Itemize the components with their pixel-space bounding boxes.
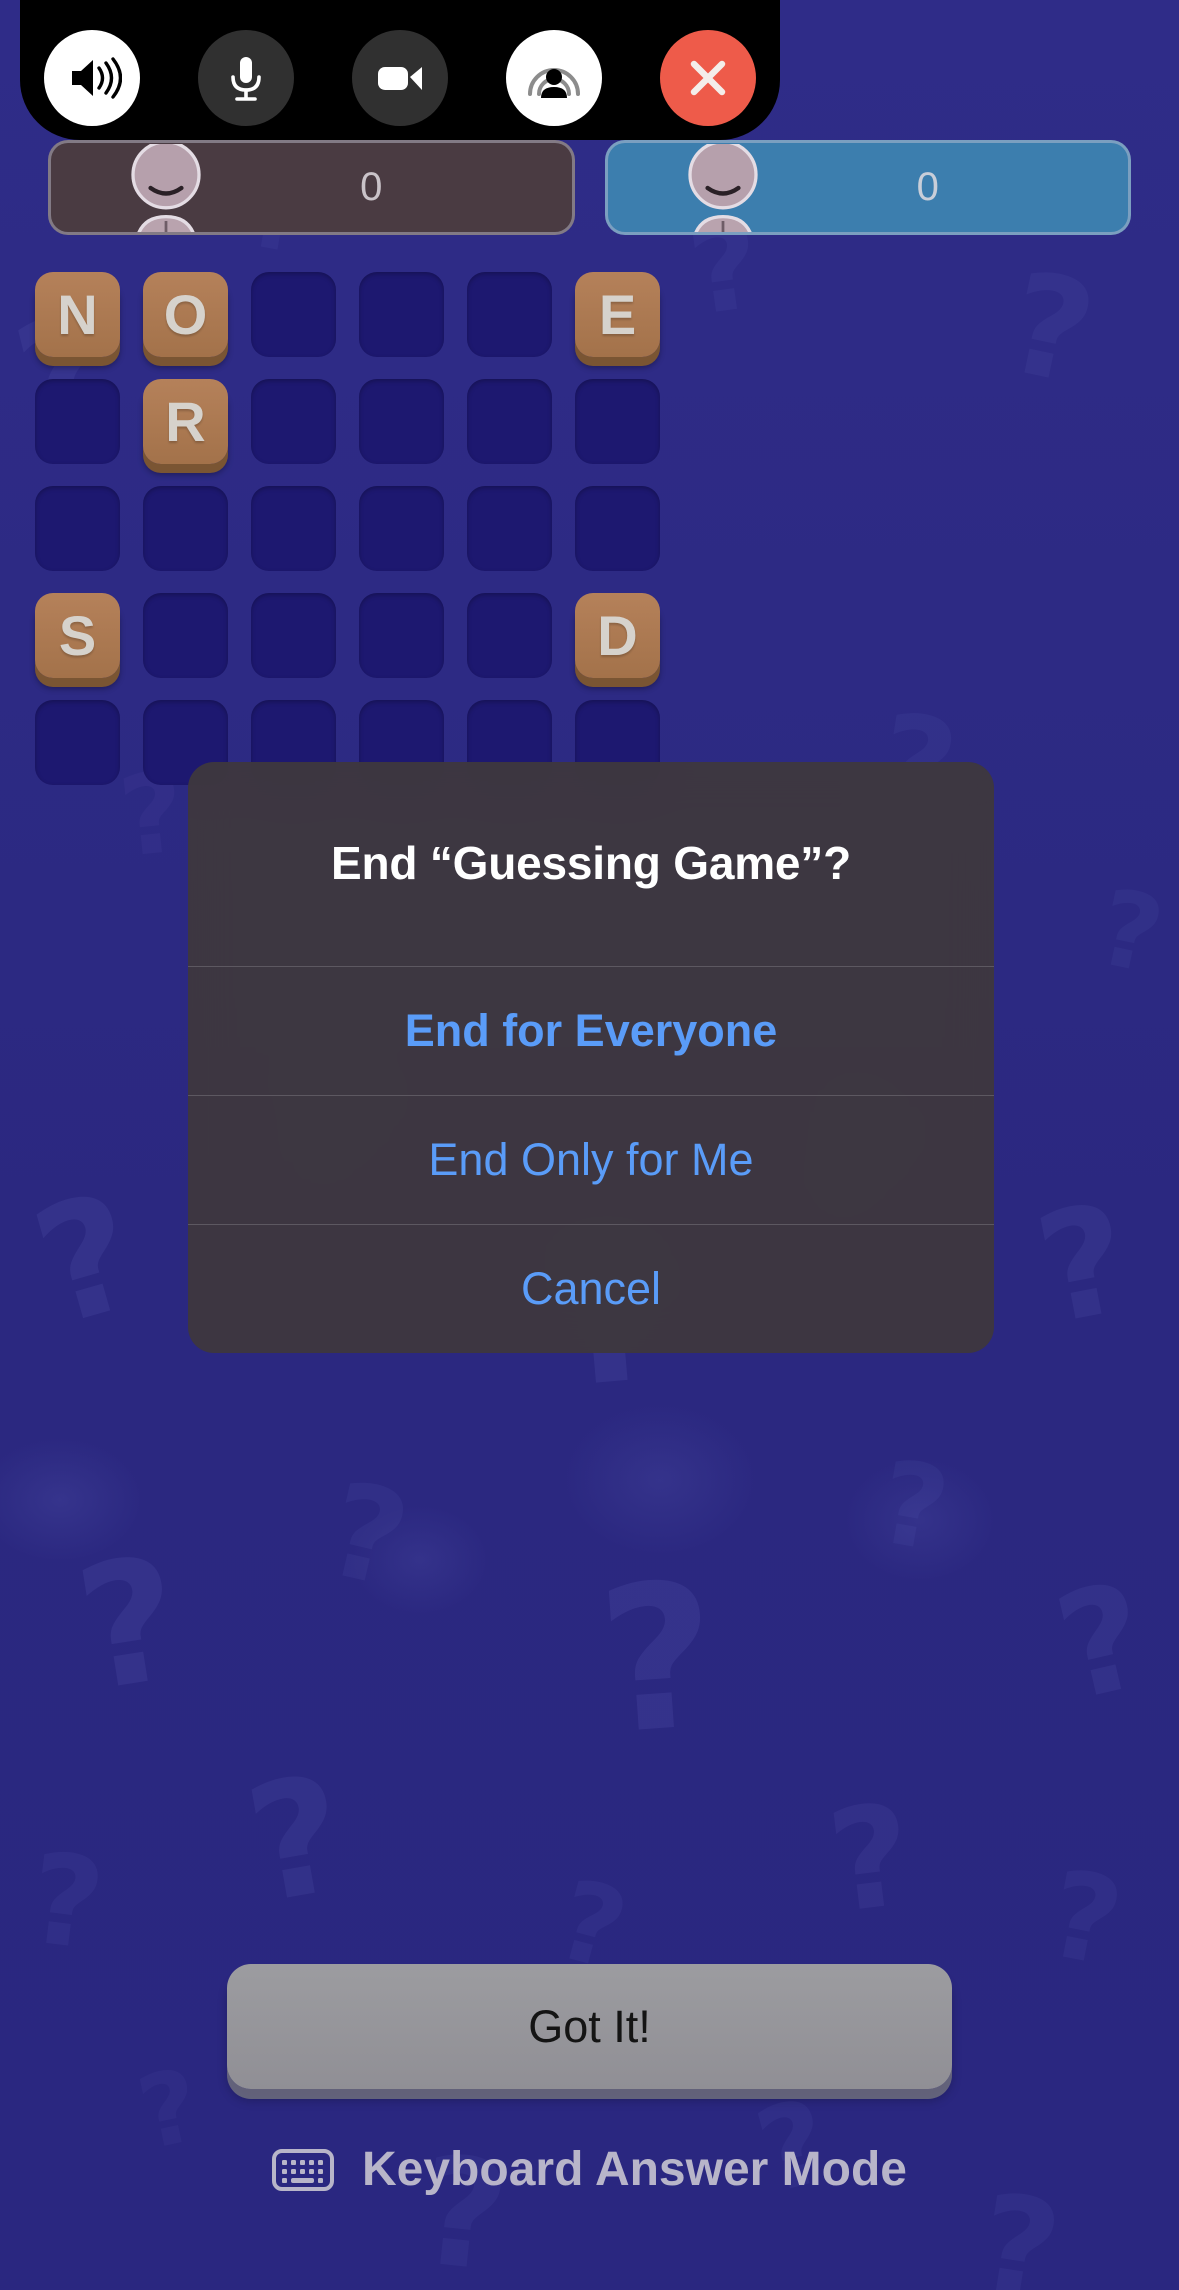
- speaker-button[interactable]: [44, 30, 140, 126]
- mute-button[interactable]: [198, 30, 294, 126]
- letter-tile[interactable]: D: [575, 593, 660, 678]
- got-it-button[interactable]: Got It!: [227, 1964, 952, 2089]
- letter-row: R: [35, 379, 660, 464]
- keyboard-icon: [272, 2148, 334, 2191]
- question-mark-decoration: ?: [994, 241, 1108, 418]
- empty-tile[interactable]: [575, 486, 660, 571]
- video-camera-icon: [378, 67, 422, 90]
- empty-tile[interactable]: [359, 593, 444, 678]
- end-only-for-me-button[interactable]: End Only for Me: [188, 1095, 994, 1224]
- close-x-icon: [690, 60, 726, 96]
- letter-row: [35, 486, 660, 571]
- empty-tile[interactable]: [359, 272, 444, 357]
- empty-tile[interactable]: [467, 379, 552, 464]
- game-screen: ??????????????????????????? 0 0 NOERSD: [0, 0, 1179, 2290]
- letter-tile[interactable]: R: [143, 379, 228, 464]
- keyboard-answer-mode-toggle[interactable]: Keyboard Answer Mode: [0, 2142, 1179, 2197]
- camera-button[interactable]: [352, 30, 448, 126]
- end-call-button[interactable]: [660, 30, 756, 126]
- empty-tile[interactable]: [251, 272, 336, 357]
- letter-tile[interactable]: N: [35, 272, 120, 357]
- player-scoreboard: 0 0: [0, 140, 1179, 235]
- speaker-wave-icon: [72, 57, 122, 99]
- question-mark-decoration: ?: [65, 1519, 194, 1731]
- letter-tile[interactable]: S: [35, 593, 120, 678]
- letter-row: NO E: [35, 272, 660, 357]
- question-mark-decoration: ?: [234, 1739, 359, 1940]
- empty-tile[interactable]: [467, 486, 552, 571]
- question-mark-decoration: ?: [21, 1826, 112, 1979]
- player-card[interactable]: 0: [48, 140, 575, 235]
- question-mark-decoration: ?: [1024, 1171, 1143, 1359]
- empty-tile[interactable]: [35, 486, 120, 571]
- player-score: 0: [916, 165, 939, 209]
- question-mark-decoration: ?: [313, 1452, 422, 1618]
- player-card[interactable]: 0: [604, 140, 1131, 235]
- letter-tile[interactable]: O: [143, 272, 228, 357]
- empty-tile[interactable]: [143, 486, 228, 571]
- empty-tile[interactable]: [359, 486, 444, 571]
- empty-tile[interactable]: [359, 379, 444, 464]
- end-game-alert: End “Guessing Game”? End for Everyone En…: [188, 762, 994, 1353]
- question-mark-decoration: ?: [868, 1435, 958, 1579]
- facetime-call-bar: [20, 0, 780, 140]
- shareplay-icon: [528, 68, 580, 98]
- empty-tile[interactable]: [35, 379, 120, 464]
- letter-row: SD: [35, 593, 660, 678]
- empty-tile[interactable]: [467, 272, 552, 357]
- empty-tile[interactable]: [575, 379, 660, 464]
- question-mark-decoration: ?: [820, 1773, 921, 1946]
- question-mark-decoration: ?: [1037, 1844, 1133, 1995]
- end-for-everyone-button[interactable]: End for Everyone: [188, 966, 994, 1095]
- empty-tile[interactable]: [251, 593, 336, 678]
- empty-tile[interactable]: [467, 593, 552, 678]
- empty-tile[interactable]: [143, 593, 228, 678]
- empty-tile[interactable]: [35, 700, 120, 785]
- microphone-icon: [231, 57, 261, 101]
- cancel-button[interactable]: Cancel: [188, 1224, 994, 1353]
- empty-tile[interactable]: [251, 379, 336, 464]
- question-mark-decoration: ?: [15, 1156, 157, 1363]
- player-score: 0: [360, 165, 383, 209]
- question-mark-decoration: ?: [591, 1539, 724, 1780]
- keyboard-answer-mode-label: Keyboard Answer Mode: [362, 2143, 907, 2196]
- shareplay-button[interactable]: [506, 30, 602, 126]
- letter-grid: NOERSD: [35, 272, 660, 807]
- question-mark-decoration: ?: [1042, 1550, 1163, 1735]
- question-mark-decoration: ?: [1088, 866, 1174, 999]
- letter-tile[interactable]: E: [575, 272, 660, 357]
- alert-title: End “Guessing Game”?: [331, 837, 851, 889]
- empty-tile[interactable]: [251, 486, 336, 571]
